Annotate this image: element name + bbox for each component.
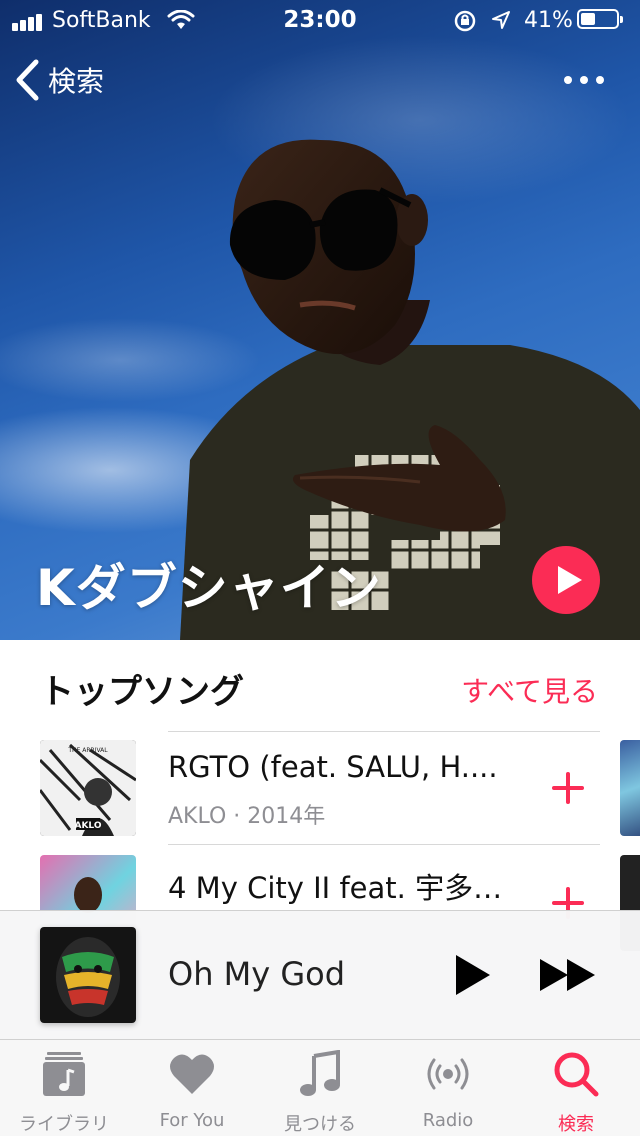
more-options-button[interactable]: [564, 70, 604, 90]
see-all-link[interactable]: すべて見る: [461, 670, 598, 710]
song-row[interactable]: THE ARRIVAL AKLO RGTO (feat. SALU, H....…: [0, 732, 640, 844]
artist-name: Kダブシャイン: [36, 559, 382, 617]
tab-label: Radio: [422, 1110, 474, 1131]
tab-label: 検索: [558, 1114, 594, 1135]
tab-library[interactable]: ライブラリ: [0, 1040, 128, 1136]
tab-bar: ライブラリ For You 見つける Radio 検索: [0, 1040, 640, 1136]
fast-forward-icon[interactable]: [540, 959, 596, 991]
location-arrow-icon: [492, 11, 510, 29]
album-art-label: AKLO: [74, 821, 101, 831]
rotation-lock-icon: [454, 10, 476, 32]
tab-label: ライブラリ: [19, 1114, 109, 1135]
album-art-caption: THE ARRIVAL: [67, 747, 108, 754]
tab-browse[interactable]: 見つける: [256, 1040, 384, 1136]
back-button-label: 検索: [48, 65, 105, 98]
radio-icon: [427, 1058, 469, 1090]
more-dot-icon: [580, 76, 588, 84]
battery-percent: 41%: [524, 8, 573, 33]
mini-player[interactable]: Oh My God: [0, 910, 640, 1040]
library-icon: [43, 1052, 85, 1096]
top-songs-title: トップソング: [40, 672, 244, 712]
song-subtitle: AKLO · 2014年: [168, 804, 326, 829]
more-dot-icon: [564, 76, 572, 84]
add-song-button[interactable]: [550, 770, 586, 806]
more-dot-icon: [596, 76, 604, 84]
song-title: RGTO (feat. SALU, H....: [168, 750, 498, 784]
tab-label: 見つける: [284, 1114, 356, 1135]
now-playing-album-art: [40, 927, 136, 1023]
chevron-left-icon: [16, 59, 39, 101]
next-page-album-art[interactable]: [620, 740, 640, 836]
tab-search[interactable]: 検索: [512, 1040, 640, 1136]
status-bar: SoftBank 23:00 41%: [0, 0, 640, 40]
play-button[interactable]: [456, 955, 490, 995]
now-playing-title: Oh My God: [168, 955, 346, 993]
tab-for-you[interactable]: For You: [128, 1040, 256, 1136]
heart-icon: [170, 1054, 214, 1094]
back-button[interactable]: 検索: [14, 58, 104, 102]
music-note-icon: [300, 1050, 340, 1096]
song-title: 4 My City II feat. 宇多…: [168, 871, 503, 905]
tab-radio[interactable]: Radio: [384, 1040, 512, 1136]
album-art: THE ARRIVAL AKLO: [40, 740, 136, 836]
play-artist-button[interactable]: [532, 546, 600, 614]
battery-icon: [577, 9, 623, 29]
tab-label: For You: [159, 1110, 225, 1131]
search-icon: [554, 1052, 599, 1097]
